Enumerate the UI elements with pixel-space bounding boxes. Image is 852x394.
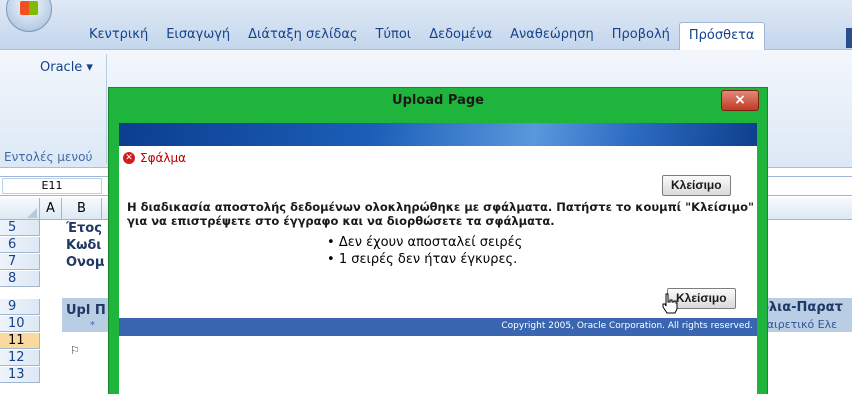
- error-heading: ✕ Σφάλμα: [123, 151, 186, 165]
- dialog-content: ✕ Σφάλμα Κλείσιμο Η διαδικασία αποστολής…: [119, 123, 757, 394]
- oracle-menu-button[interactable]: Oracle ▾: [40, 60, 93, 75]
- office-button[interactable]: [6, 0, 52, 32]
- column-header-b[interactable]: B: [62, 198, 102, 220]
- row-header-6[interactable]: 6: [0, 237, 40, 253]
- row-header-11[interactable]: 11: [0, 333, 40, 349]
- ribbon-tabs: Κεντρική Εισαγωγή Διάταξη σελίδας Τύποι …: [80, 22, 765, 50]
- dialog-close-button[interactable]: ×: [721, 90, 759, 111]
- cell-name-label[interactable]: Ονομ: [66, 255, 104, 270]
- right-header-subtitle: οαιρετικό Ελε: [760, 318, 838, 331]
- tab-insert[interactable]: Εισαγωγή: [157, 22, 239, 50]
- office-logo-icon: [20, 1, 38, 15]
- flag-icon[interactable]: ⚐: [70, 344, 80, 357]
- cell-upload-header[interactable]: Upl Π: [66, 303, 106, 318]
- tab-view[interactable]: Προβολή: [603, 22, 679, 50]
- ribbon-group-separator: [106, 54, 107, 164]
- row-header-8[interactable]: 8: [0, 271, 40, 287]
- tab-home[interactable]: Κεντρική: [80, 22, 157, 50]
- required-asterisk: *: [90, 320, 95, 331]
- ribbon-tab-bar: Κεντρική Εισαγωγή Διάταξη σελίδας Τύποι …: [0, 0, 852, 50]
- dialog-titlebar[interactable]: Upload Page ×: [109, 88, 767, 114]
- select-all-corner[interactable]: [0, 198, 40, 220]
- cell-year-label[interactable]: Έτος: [66, 221, 102, 236]
- hand-cursor-icon: [662, 293, 678, 314]
- row-header-10[interactable]: 10: [0, 316, 40, 332]
- right-header-title[interactable]: όλια-Παρατ: [760, 300, 843, 315]
- list-item: Δεν έχουν αποσταλεί σειρές: [327, 234, 523, 251]
- error-label: Σφάλμα: [140, 151, 187, 165]
- row-header-9[interactable]: 9: [0, 299, 40, 315]
- row-header-5[interactable]: 5: [0, 220, 40, 236]
- upload-page-dialog: Upload Page × ✕ Σφάλμα Κλείσιμο Η διαδικ…: [108, 87, 768, 394]
- row-header-7[interactable]: 7: [0, 254, 40, 270]
- row-header-13[interactable]: 13: [0, 367, 40, 383]
- dialog-footer: Copyright 2005, Oracle Corporation. All …: [119, 318, 757, 336]
- oracle-banner-strip: [119, 123, 757, 146]
- error-icon: ✕: [123, 152, 135, 164]
- column-header-a[interactable]: A: [40, 198, 62, 220]
- error-message: Η διαδικασία αποστολής δεδομένων ολοκληρ…: [127, 200, 755, 228]
- ribbon-edge: [846, 28, 852, 48]
- tab-data[interactable]: Δεδομένα: [420, 22, 501, 50]
- close-button-top[interactable]: Κλείσιμο: [662, 175, 731, 196]
- dialog-title: Upload Page: [392, 93, 484, 108]
- tab-page-layout[interactable]: Διάταξη σελίδας: [239, 22, 366, 50]
- right-header-band: όλια-Παρατ οαιρετικό Ελε: [760, 298, 852, 332]
- ribbon-group-label: Εντολές μενού: [4, 150, 93, 164]
- cell-code-label[interactable]: Κωδι: [66, 238, 101, 253]
- row-header-12[interactable]: 12: [0, 350, 40, 366]
- tab-review[interactable]: Αναθεώρηση: [501, 22, 603, 50]
- error-details-list: Δεν έχουν αποσταλεί σειρές 1 σειρές δεν …: [327, 234, 523, 268]
- tab-formulas[interactable]: Τύποι: [367, 22, 421, 50]
- name-box[interactable]: E11: [2, 178, 102, 194]
- error-message-line-1: Η διαδικασία αποστολής δεδομένων ολοκληρ…: [127, 200, 755, 214]
- select-all-triangle: [27, 208, 37, 218]
- copyright-text: Copyright 2005, Oracle Corporation. All …: [501, 321, 753, 331]
- error-message-line-2: για να επιστρέψετε στο έγγραφο και να δι…: [127, 214, 555, 228]
- tab-add-ins[interactable]: Πρόσθετα: [678, 22, 765, 50]
- list-item: 1 σειρές δεν ήταν έγκυρες.: [327, 251, 522, 268]
